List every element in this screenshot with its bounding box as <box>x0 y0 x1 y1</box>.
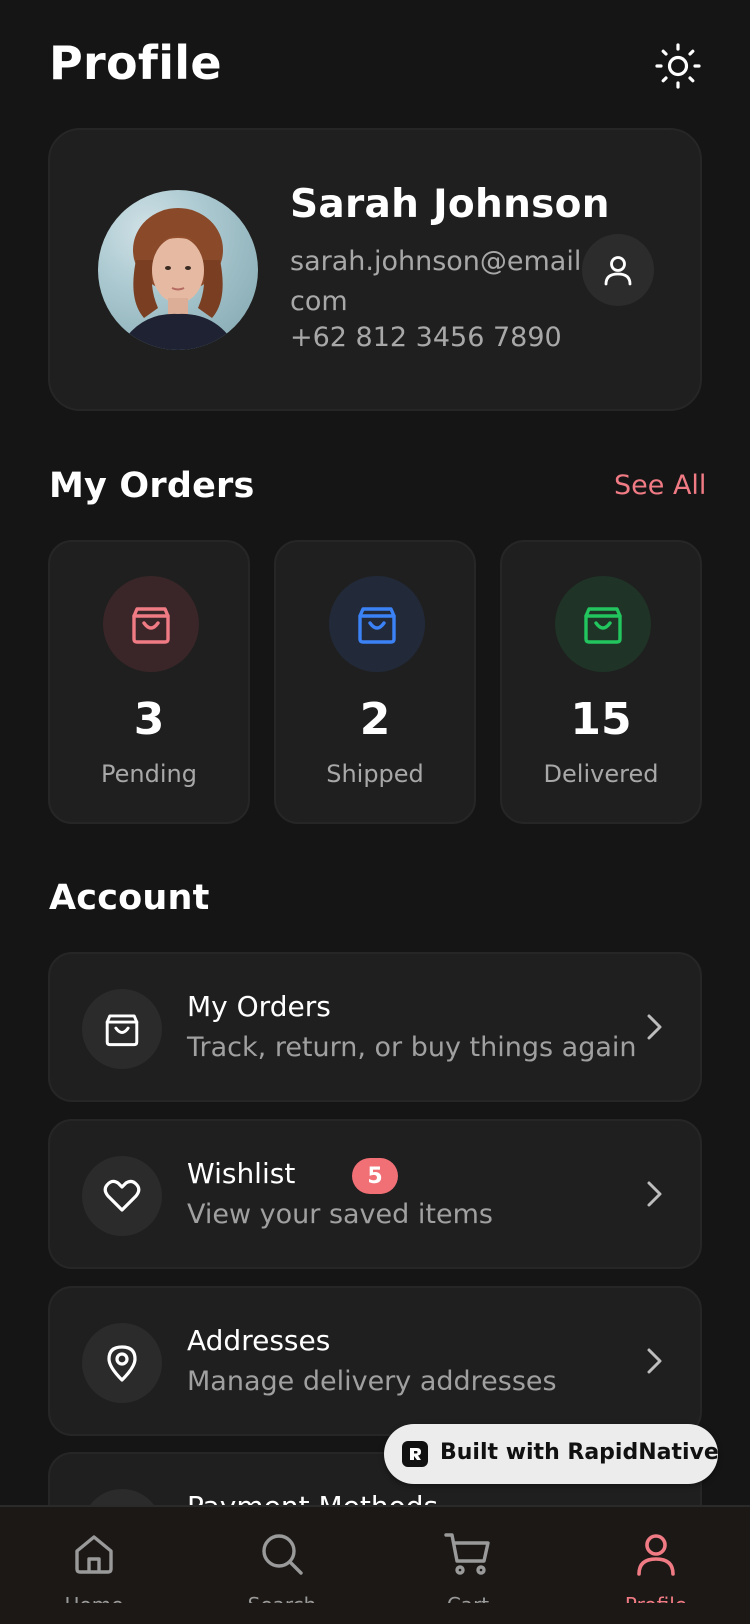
profile-email: sarah.johnson@email.com <box>290 246 590 317</box>
nav-label: Home <box>19 1593 169 1603</box>
search-icon <box>262 1534 303 1575</box>
profile-screen: Profile Sarah Johnson sarah.johnson@emai… <box>0 0 750 1624</box>
home-icon <box>75 1535 113 1574</box>
profile-phone: +62 812 3456 7890 <box>290 322 562 353</box>
menu-icon-circle <box>82 1156 162 1236</box>
shopping-bag-icon <box>584 607 622 644</box>
menu-item-title: My Orders <box>187 990 331 1023</box>
theme-toggle-button[interactable] <box>652 40 704 92</box>
avatar <box>98 190 258 350</box>
user-icon <box>637 1534 675 1576</box>
nav-item-search[interactable]: Search <box>207 1507 357 1603</box>
profile-name: Sarah Johnson <box>290 182 610 227</box>
delivered-label: Delivered <box>543 760 659 788</box>
menu-item-addresses[interactable]: Addresses Manage delivery addresses <box>48 1286 702 1436</box>
delivered-orders-card[interactable]: 15 Delivered <box>500 540 702 824</box>
page-title: Profile <box>49 36 222 90</box>
shipped-orders-card[interactable]: 2 Shipped <box>274 540 476 824</box>
menu-item-my-orders[interactable]: My Orders Track, return, or buy things a… <box>48 952 702 1102</box>
heart-icon <box>103 1179 141 1212</box>
nav-item-cart[interactable]: Cart <box>393 1507 543 1603</box>
nav-label: Search <box>207 1593 357 1603</box>
menu-item-subtitle: View your saved items <box>187 1199 493 1230</box>
pending-label: Pending <box>101 760 197 788</box>
see-all-link[interactable]: See All <box>614 470 706 501</box>
shipped-count: 2 <box>359 694 391 745</box>
nav-item-profile[interactable]: Profile <box>581 1507 731 1603</box>
profile-card: Sarah Johnson sarah.johnson@email.com +6… <box>48 128 702 411</box>
orders-section-title: My Orders <box>49 466 255 506</box>
map-pin-icon <box>107 1345 137 1382</box>
shopping-bag-icon <box>105 1014 139 1047</box>
edit-profile-button[interactable] <box>582 234 654 306</box>
sun-icon <box>655 43 701 89</box>
wishlist-count-badge: 5 <box>352 1158 398 1194</box>
account-section-title: Account <box>49 878 210 918</box>
cart-icon <box>444 1533 490 1575</box>
pending-icon-circle <box>103 576 199 672</box>
nav-label: Cart <box>393 1593 543 1603</box>
built-with-rapidnative-badge[interactable]: Built with RapidNative <box>384 1424 719 1484</box>
chevron-right-icon <box>647 1181 662 1207</box>
shopping-bag-icon <box>132 607 170 644</box>
menu-item-subtitle: Manage delivery addresses <box>187 1366 557 1397</box>
nav-item-home[interactable]: Home <box>19 1507 169 1603</box>
shopping-bag-icon <box>358 607 396 644</box>
delivered-icon-circle <box>555 576 651 672</box>
chevron-right-icon <box>647 1014 662 1040</box>
delivered-count: 15 <box>570 694 632 745</box>
built-with-label: Built with RapidNative <box>440 1440 719 1465</box>
menu-item-wishlist[interactable]: Wishlist 5 View your saved items <box>48 1119 702 1269</box>
menu-item-title: Wishlist <box>187 1157 296 1190</box>
bottom-nav: Home Search Cart Profile <box>0 1505 750 1624</box>
pending-count: 3 <box>133 694 165 745</box>
rapidnative-logo-icon <box>402 1441 428 1467</box>
pending-orders-card[interactable]: 3 Pending <box>48 540 250 824</box>
menu-icon-circle <box>82 989 162 1069</box>
shipped-label: Shipped <box>326 760 424 788</box>
shipped-icon-circle <box>329 576 425 672</box>
user-icon <box>604 256 632 286</box>
menu-item-title: Addresses <box>187 1324 331 1357</box>
menu-item-subtitle: Track, return, or buy things again <box>187 1032 637 1063</box>
menu-icon-circle <box>82 1323 162 1403</box>
nav-label: Profile <box>581 1593 731 1603</box>
chevron-right-icon <box>647 1348 662 1374</box>
